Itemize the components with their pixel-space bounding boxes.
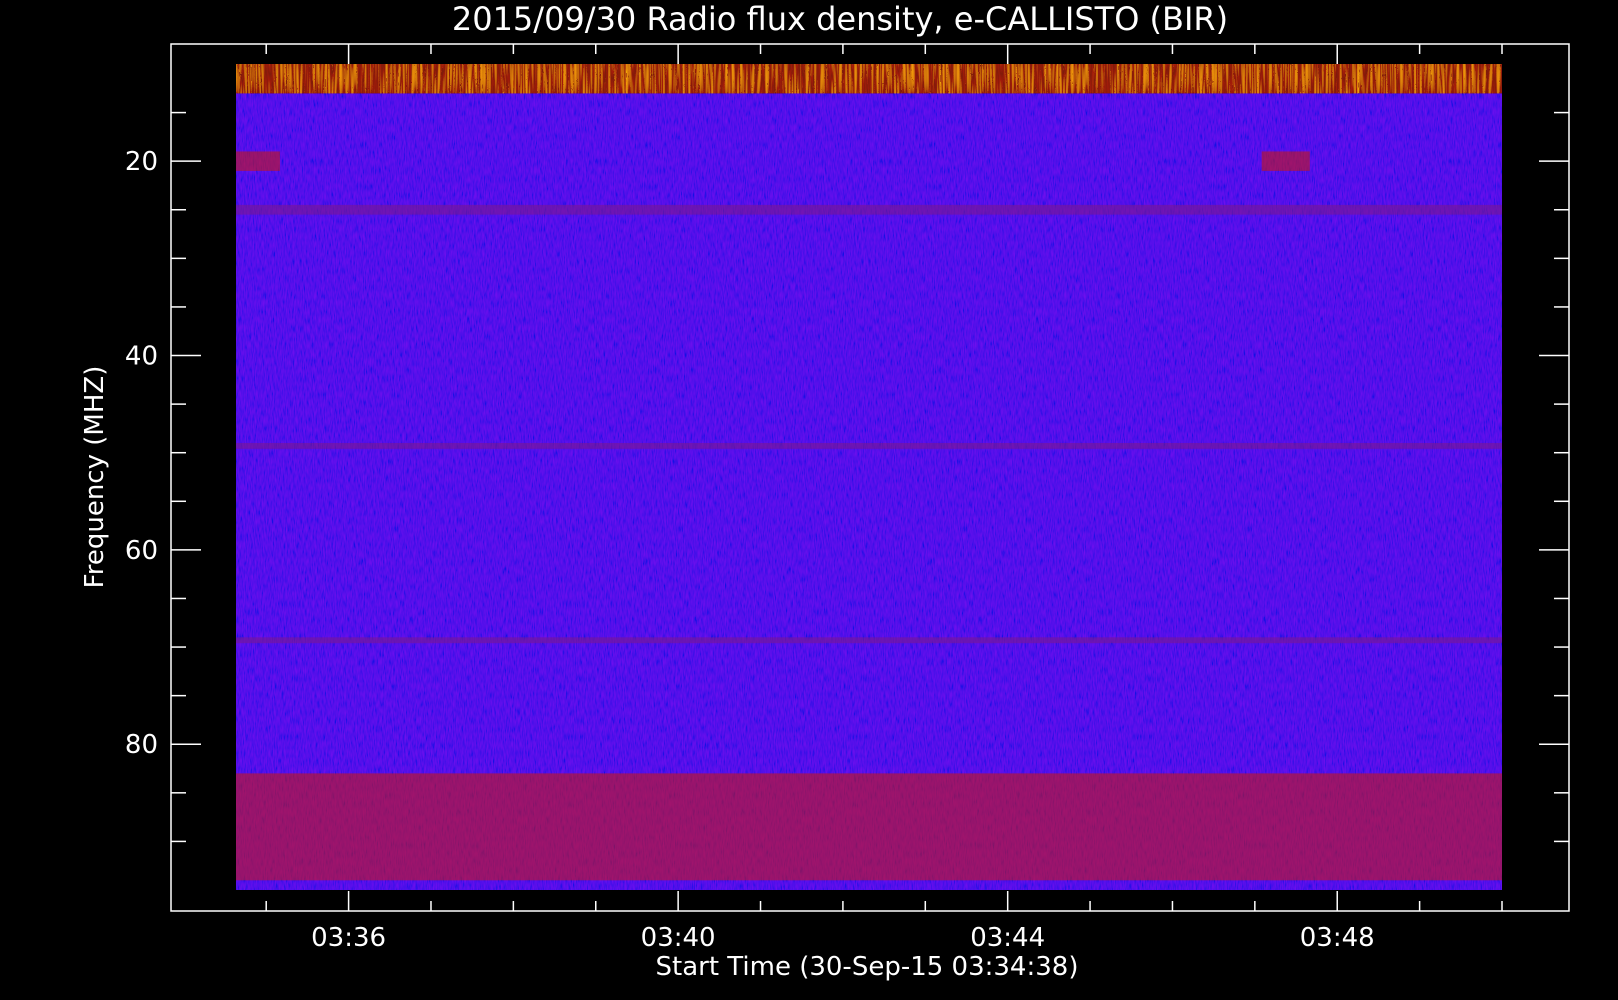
bright-band-4 [236, 442, 1502, 449]
bright-band-2 [1261, 151, 1310, 171]
x-tick-label: 03:44 [970, 923, 1045, 953]
y-tick-label: 60 [125, 536, 158, 566]
y-tick-label: 80 [125, 730, 158, 760]
bright-band-6 [236, 773, 1502, 881]
bright-band-3 [236, 204, 1502, 215]
x-tick-label: 03:40 [641, 923, 716, 953]
heatmap-noise [236, 64, 1502, 890]
chart-title: 2015/09/30 Radio flux density, e-CALLIST… [452, 0, 1228, 38]
y-tick-label: 40 [125, 342, 158, 372]
y-axis-label: Frequency (MHZ) [80, 366, 110, 589]
bright-band-1 [236, 151, 280, 171]
bright-band-5 [236, 637, 1502, 644]
spectrogram-chart: 2015/09/30 Radio flux density, e-CALLIST… [80, 0, 1570, 982]
spectrogram-heatmap [236, 64, 1502, 890]
bright-band-0-texture [236, 64, 1502, 94]
x-tick-label: 03:48 [1300, 923, 1375, 953]
y-tick-label: 20 [125, 147, 158, 177]
x-axis-label: Start Time (30-Sep-15 03:34:38) [656, 952, 1079, 982]
x-tick-label: 03:36 [311, 923, 386, 953]
